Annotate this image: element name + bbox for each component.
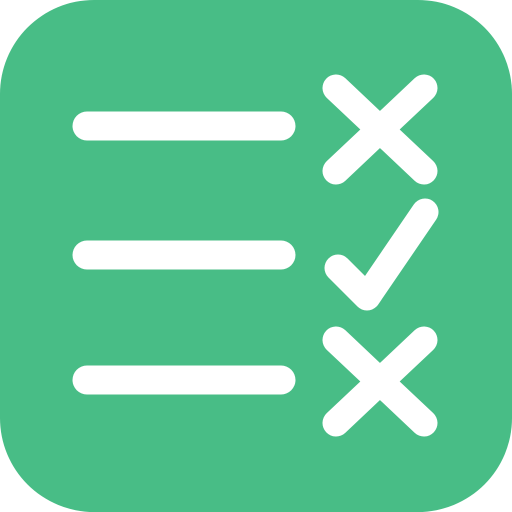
checklist-icon bbox=[0, 0, 512, 512]
checklist-app-icon[interactable] bbox=[0, 0, 512, 512]
